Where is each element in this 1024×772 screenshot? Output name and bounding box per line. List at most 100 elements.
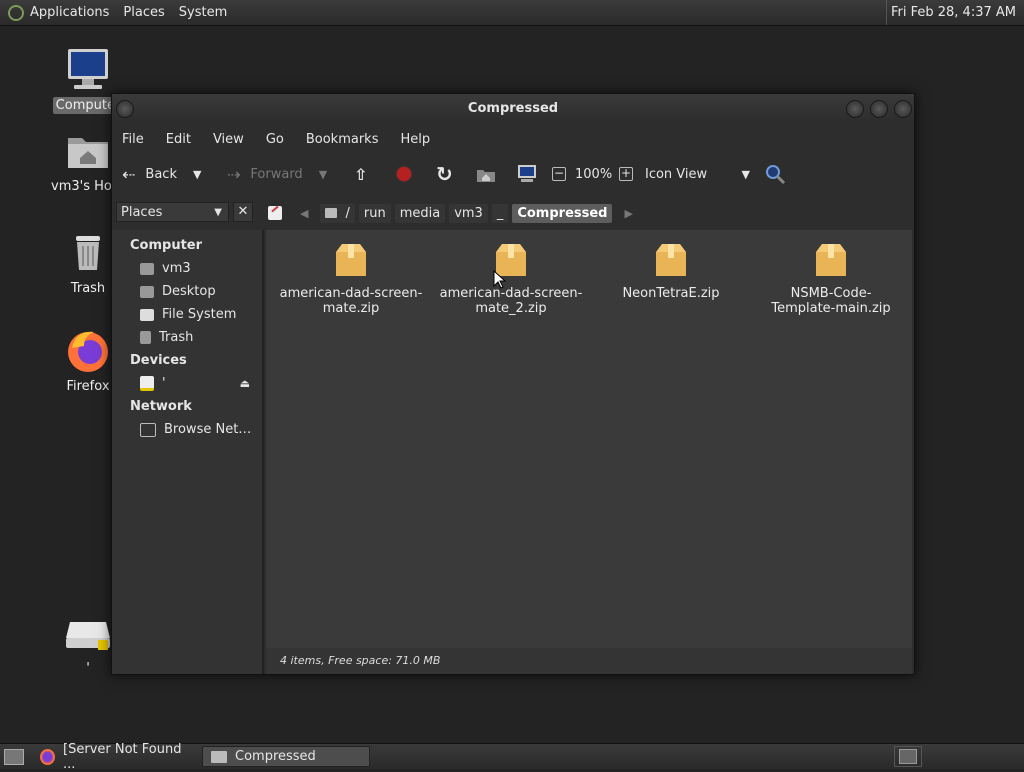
close-button[interactable] xyxy=(894,100,912,118)
show-desktop-button[interactable] xyxy=(2,746,26,767)
trash-icon xyxy=(140,331,151,344)
sidebar-item-device[interactable]: ' ⏏ xyxy=(112,372,262,395)
breadcrumb-scroll-right-icon[interactable]: ▶ xyxy=(624,207,632,220)
desktop-icon-label: Trash xyxy=(70,281,106,296)
breadcrumb-item-media[interactable]: media xyxy=(394,203,446,223)
top-panel: Applications Places System Fri Feb 28, 4… xyxy=(0,0,1024,26)
sidebar-section-computer: Computer xyxy=(130,238,203,253)
taskbar-item-label: [Server Not Found ... xyxy=(63,741,182,772)
window-titlebar[interactable]: Compressed xyxy=(112,94,914,124)
file-name-line: mate.zip xyxy=(322,301,380,316)
chevron-down-icon: ▼ xyxy=(214,207,222,218)
status-bar: 4 items, Free space: 71.0 MB xyxy=(266,648,912,674)
maximize-button[interactable] xyxy=(870,100,888,118)
menu-help[interactable]: Help xyxy=(400,132,430,147)
trash-icon xyxy=(76,236,100,270)
reload-icon: ↻ xyxy=(436,162,453,186)
breadcrumb-item-compressed[interactable]: Compressed xyxy=(512,203,613,223)
file-item[interactable]: NSMB-Code- Template-main.zip xyxy=(756,242,906,316)
system-menu[interactable]: System xyxy=(179,5,227,20)
close-icon: ✕ xyxy=(237,204,249,219)
home-icon xyxy=(477,170,495,182)
taskbar-item-compressed[interactable]: Compressed xyxy=(202,746,370,767)
breadcrumb-item-underscore[interactable]: _ xyxy=(491,203,509,223)
taskbar-item-firefox[interactable]: [Server Not Found ... xyxy=(32,742,198,772)
file-item[interactable]: american-dad-screen- mate.zip xyxy=(276,242,426,316)
zip-archive-icon xyxy=(656,244,686,276)
workspace-icon xyxy=(899,749,917,764)
applications-menu[interactable]: Applications xyxy=(30,5,109,20)
breadcrumb-scroll-left-icon[interactable]: ◀ xyxy=(300,207,308,220)
search-button[interactable] xyxy=(764,154,786,194)
breadcrumb-item-root[interactable]: / xyxy=(320,203,355,223)
desktop-icon xyxy=(140,285,154,298)
forward-history-dropdown-icon[interactable]: ▼ xyxy=(319,168,327,181)
sidebar-item-label: ' xyxy=(162,376,166,391)
sidebar-item-desktop[interactable]: Desktop xyxy=(112,280,262,303)
zoom-out-icon: − xyxy=(552,166,566,181)
menu-edit[interactable]: Edit xyxy=(166,132,191,147)
zoom-level[interactable]: 100% xyxy=(575,154,612,194)
sidebar-item-browse-network[interactable]: Browse Net… xyxy=(112,418,262,441)
clock[interactable]: Fri Feb 28, 4:37 AM xyxy=(885,0,1020,25)
desktop-icon-label: ' xyxy=(86,661,90,676)
up-arrow-icon: ⇧ xyxy=(354,164,368,184)
breadcrumb-item-run[interactable]: run xyxy=(358,203,391,223)
view-mode-select[interactable]: Icon View ▼ xyxy=(645,154,750,194)
back-label: Back xyxy=(145,166,177,182)
sidebar-item-filesystem[interactable]: File System xyxy=(112,303,262,326)
file-view[interactable]: american-dad-screen- mate.zip american-d… xyxy=(266,230,912,648)
computer-icon xyxy=(518,165,536,182)
top-panel-menus: Applications Places System xyxy=(8,0,227,25)
filesystem-icon xyxy=(140,308,154,321)
menu-go[interactable]: Go xyxy=(266,132,284,147)
breadcrumb-item-vm3[interactable]: vm3 xyxy=(449,203,488,223)
back-history-dropdown-icon[interactable]: ▼ xyxy=(193,168,201,181)
back-button[interactable]: ⇠ Back ▼ xyxy=(122,154,201,194)
file-name-line: american-dad-screen- xyxy=(279,286,423,301)
sidebar-type-label: Places xyxy=(121,205,163,220)
eject-icon[interactable]: ⏏ xyxy=(240,372,250,395)
computer-button[interactable] xyxy=(516,154,538,194)
menu-bookmarks[interactable]: Bookmarks xyxy=(306,132,379,147)
file-manager-window: Compressed File Edit View Go Bookmarks H… xyxy=(111,93,915,675)
sidebar-item-label: Trash xyxy=(159,330,194,345)
toolbar: ⇠ Back ▼ ⇢ Forward ▼ ⇧ ↻ − 100% + Icon V… xyxy=(112,154,914,194)
file-name-line: Template-main.zip xyxy=(771,301,891,316)
file-name-line: NSMB-Code- xyxy=(790,286,872,301)
workspace-switcher[interactable] xyxy=(894,746,922,767)
menu-view[interactable]: View xyxy=(213,132,244,147)
close-sidebar-button[interactable]: ✕ xyxy=(233,202,253,222)
sidebar-item-vm3[interactable]: vm3 xyxy=(112,257,262,280)
network-icon xyxy=(140,422,156,437)
edit-location-button[interactable] xyxy=(268,205,282,220)
menubar: File Edit View Go Bookmarks Help xyxy=(112,124,914,154)
desktop-icon-label: Firefox xyxy=(66,379,110,394)
minimize-button[interactable] xyxy=(846,100,864,118)
sidebar-item-label: Desktop xyxy=(162,284,216,299)
sidebar-item-label: Browse Net… xyxy=(164,422,252,437)
sidebar-item-label: File System xyxy=(162,307,237,322)
location-bar-row: Places ▼ ✕ ◀ / run media vm3 _ Compresse… xyxy=(112,194,914,230)
stop-button[interactable] xyxy=(394,154,414,194)
zip-archive-icon xyxy=(816,244,846,276)
places-menu[interactable]: Places xyxy=(123,5,164,20)
sidebar-item-label: vm3 xyxy=(162,261,191,276)
sidebar-type-select[interactable]: Places ▼ xyxy=(116,202,229,222)
zoom-out-button[interactable]: − xyxy=(552,154,566,194)
zoom-in-button[interactable]: + xyxy=(619,154,633,194)
forward-button[interactable]: ⇢ Forward ▼ xyxy=(227,154,327,194)
home-button[interactable] xyxy=(476,154,496,194)
distro-logo-icon[interactable] xyxy=(8,4,24,21)
sidebar-item-trash[interactable]: Trash xyxy=(112,326,262,349)
up-button[interactable]: ⇧ xyxy=(354,154,367,194)
file-item[interactable]: NeonTetraE.zip xyxy=(596,242,746,301)
search-icon xyxy=(766,165,786,185)
pencil-icon xyxy=(271,205,279,213)
reload-button[interactable]: ↻ xyxy=(436,154,453,194)
filesystem-icon xyxy=(325,208,338,218)
file-item[interactable]: american-dad-screen- mate_2.zip xyxy=(436,242,586,316)
window-title: Compressed xyxy=(467,101,559,116)
menu-file[interactable]: File xyxy=(122,132,144,147)
bottom-panel: [Server Not Found ... Compressed xyxy=(0,742,1024,772)
